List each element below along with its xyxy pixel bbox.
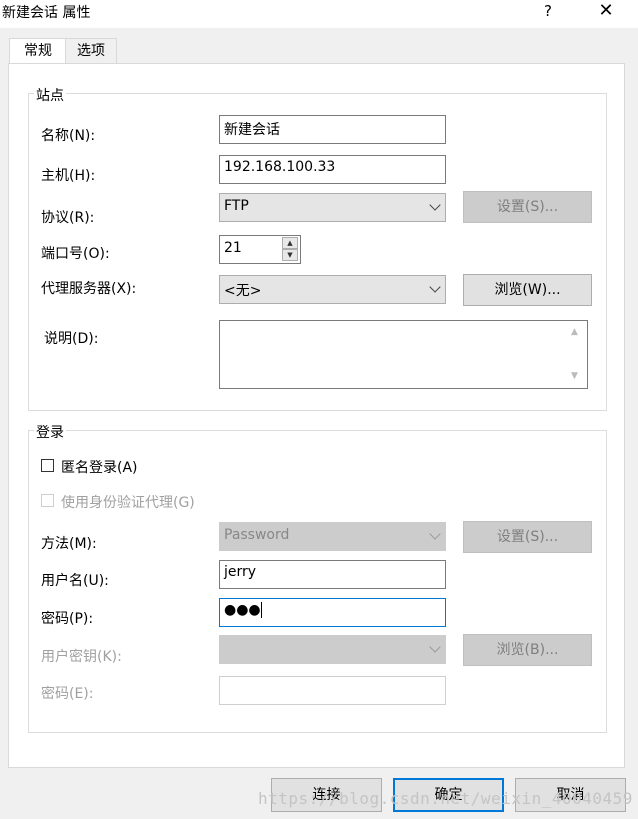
host-label: 主机(H): (41, 168, 96, 184)
password-value: ●●● (224, 602, 261, 618)
tab-general[interactable]: 常规 (9, 38, 67, 65)
passphrase-field[interactable] (219, 676, 446, 705)
proxy-browse-button[interactable]: 浏览(W)... (463, 274, 592, 306)
port-up-button[interactable]: ▲ (282, 237, 298, 249)
protocol-settings-button[interactable]: 设置(S)... (463, 191, 592, 223)
password-label: 密码(P): (41, 611, 94, 627)
method-select-value: Password (224, 527, 290, 543)
description-textarea[interactable]: ▲ ▼ (219, 320, 588, 389)
protocol-select-value: FTP (224, 198, 249, 214)
passphrase-label: 密码(E): (41, 686, 94, 702)
name-label: 名称(N): (41, 128, 96, 144)
scroll-down-icon[interactable]: ▼ (571, 371, 578, 381)
username-field[interactable]: jerry (219, 560, 446, 589)
chevron-down-icon (429, 528, 441, 540)
method-select[interactable]: Password (219, 522, 446, 551)
method-settings-button[interactable]: 设置(S)... (463, 521, 592, 553)
chevron-down-icon (429, 641, 441, 653)
close-button[interactable]: ✕ (592, 0, 620, 24)
login-group-label: 登录 (34, 422, 66, 442)
port-down-button[interactable]: ▼ (282, 249, 298, 261)
method-label: 方法(M): (41, 536, 97, 552)
scroll-up-icon[interactable]: ▲ (571, 327, 578, 337)
window-title: 新建会话 属性 (2, 5, 91, 21)
auth-agent-label: 使用身份验证代理(G) (61, 495, 195, 511)
anonymous-label[interactable]: 匿名登录(A) (61, 457, 138, 477)
proxy-select[interactable]: <无> (219, 275, 446, 304)
port-value: 21 (224, 240, 242, 256)
user-key-select[interactable] (219, 635, 446, 664)
host-field[interactable]: 192.168.100.33 (219, 155, 446, 184)
name-field[interactable]: 新建会话 (219, 115, 446, 144)
port-label: 端口号(O): (41, 246, 110, 262)
password-field[interactable]: ●●● (219, 598, 446, 627)
site-group-label: 站点 (34, 85, 66, 105)
port-stepper[interactable]: 21 ▲ ▼ (219, 235, 301, 264)
proxy-select-value: <无> (224, 283, 262, 299)
user-key-label: 用户密钥(K): (41, 649, 122, 665)
description-label: 说明(D): (44, 331, 99, 347)
chevron-down-icon (429, 199, 441, 211)
username-label: 用户名(U): (41, 573, 109, 589)
auth-agent-checkbox[interactable] (41, 494, 54, 507)
text-cursor (260, 602, 262, 618)
user-key-browse-button[interactable]: 浏览(B)... (463, 634, 592, 666)
tab-options[interactable]: 选项 (65, 38, 117, 63)
protocol-select[interactable]: FTP (219, 193, 446, 222)
watermark: https://blog.csdn.net/weixin_40040459 (258, 789, 633, 808)
proxy-label: 代理服务器(X): (41, 281, 137, 297)
anonymous-checkbox[interactable] (41, 459, 54, 472)
chevron-down-icon (429, 281, 441, 293)
help-button[interactable]: ? (536, 2, 560, 22)
protocol-label: 协议(R): (41, 210, 95, 226)
